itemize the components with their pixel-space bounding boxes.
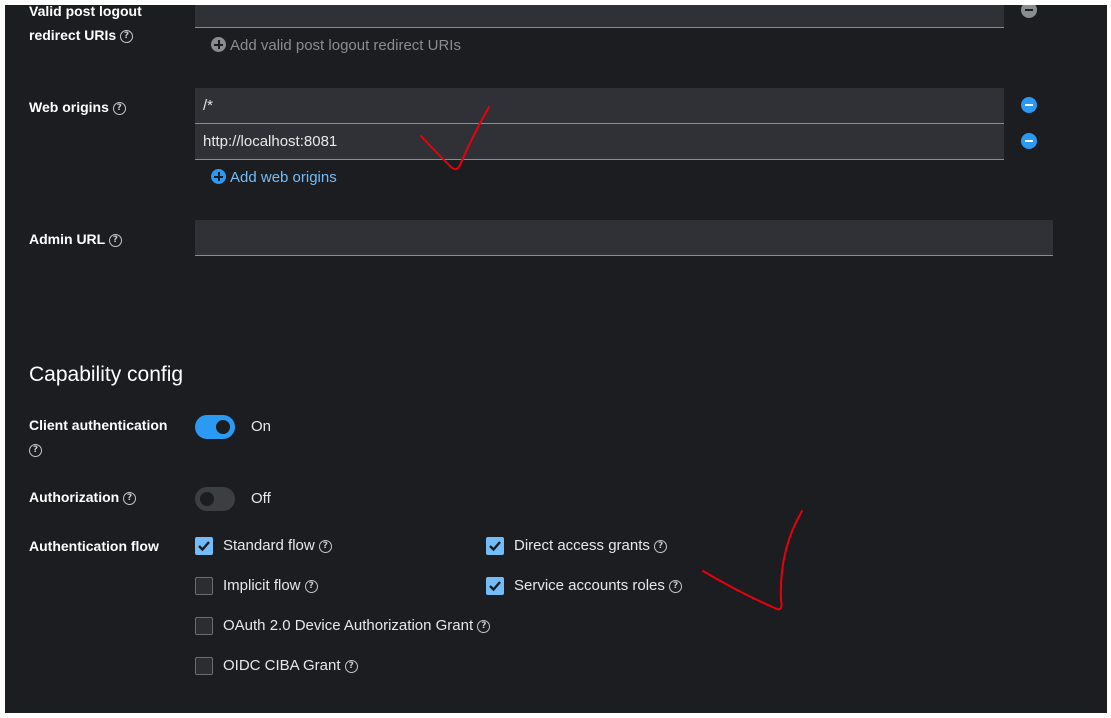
red-checkmark-annotation <box>420 106 490 171</box>
red-checkmark-annotation <box>702 510 803 611</box>
client-settings-panel: Valid post logout redirect URIs ? Add va… <box>5 5 1107 713</box>
annotation-overlay <box>420 106 803 611</box>
